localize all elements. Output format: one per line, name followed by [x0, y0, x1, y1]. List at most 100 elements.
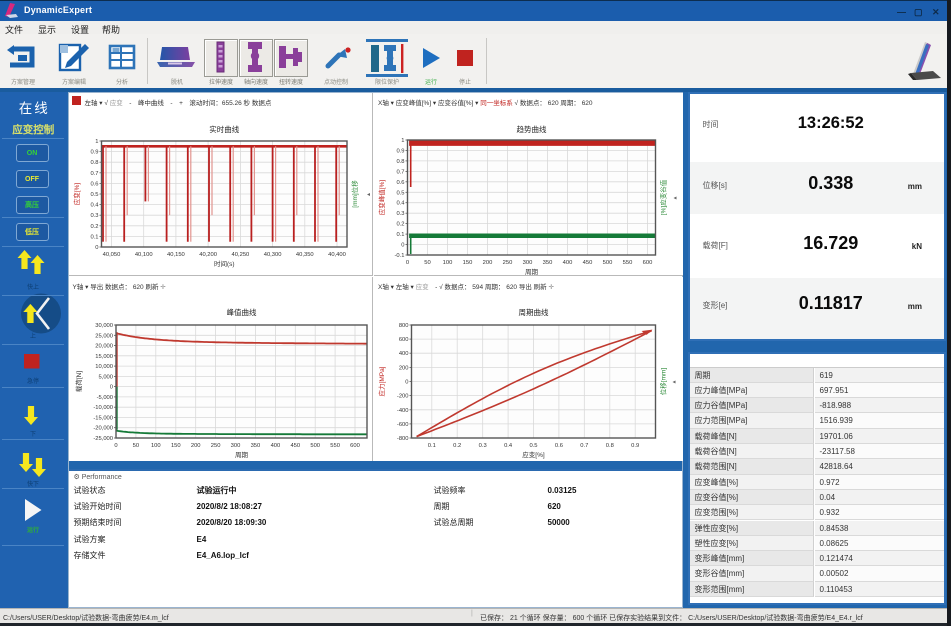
svg-text:250: 250: [503, 260, 513, 266]
svg-text:0.1: 0.1: [428, 443, 436, 449]
svg-text:400: 400: [563, 260, 573, 266]
svg-text:40,250: 40,250: [231, 252, 249, 258]
svg-text:450: 450: [583, 260, 593, 266]
svg-text:0.4: 0.4: [504, 443, 513, 449]
svg-text:0.6: 0.6: [555, 443, 563, 449]
svg-text:150: 150: [170, 443, 180, 449]
svg-text:0.3: 0.3: [479, 443, 487, 449]
svg-text:0: 0: [405, 379, 408, 385]
svg-text:20,000: 20,000: [95, 343, 113, 349]
svg-text:周期曲线: 周期曲线: [519, 307, 549, 317]
svg-text:800: 800: [399, 323, 409, 329]
svg-text:350: 350: [543, 260, 553, 266]
svg-text:-0.1: -0.1: [395, 253, 405, 259]
svg-text:实时曲线: 实时曲线: [209, 124, 239, 134]
svg-text:0: 0: [114, 443, 117, 449]
svg-text:-400: -400: [397, 407, 409, 413]
svg-text:应变峰值[%]: 应变峰值[%]: [377, 179, 386, 215]
svg-text:0.9: 0.9: [631, 443, 639, 449]
svg-text:200: 200: [483, 260, 493, 266]
svg-text:应力[MPa]: 应力[MPa]: [377, 366, 386, 396]
svg-text:1: 1: [401, 138, 404, 144]
svg-text:0.2: 0.2: [396, 221, 404, 227]
svg-text:30,000: 30,000: [95, 323, 113, 329]
svg-text:40,300: 40,300: [263, 252, 281, 258]
svg-text:10,000: 10,000: [95, 364, 113, 370]
svg-text:40,050: 40,050: [102, 252, 120, 258]
svg-text:-5,000: -5,000: [96, 394, 112, 400]
svg-text:600: 600: [350, 443, 360, 449]
svg-text:-15,000: -15,000: [93, 415, 113, 421]
svg-text:[mm]位移: [mm]位移: [350, 179, 359, 207]
svg-text:400: 400: [270, 443, 280, 449]
svg-text:0.3: 0.3: [90, 213, 98, 219]
svg-text:◂: ◂: [673, 379, 676, 385]
svg-text:550: 550: [623, 260, 633, 266]
svg-text:15,000: 15,000: [95, 353, 113, 359]
svg-text:0: 0: [109, 384, 112, 390]
svg-text:0.5: 0.5: [90, 192, 98, 198]
svg-text:200: 200: [399, 365, 409, 371]
svg-text:0.9: 0.9: [396, 148, 404, 154]
svg-text:100: 100: [150, 443, 160, 449]
svg-text:时间(s): 时间(s): [213, 259, 234, 268]
svg-text:周期: 周期: [235, 451, 249, 459]
svg-text:0: 0: [401, 242, 404, 248]
svg-text:1: 1: [95, 139, 98, 145]
svg-text:5,000: 5,000: [98, 374, 113, 380]
svg-text:40,350: 40,350: [295, 252, 313, 258]
svg-text:150: 150: [463, 260, 473, 266]
svg-text:0.3: 0.3: [396, 211, 404, 217]
svg-text:载荷[N]: 载荷[N]: [74, 370, 83, 392]
svg-text:-600: -600: [397, 421, 409, 427]
svg-text:0.7: 0.7: [396, 169, 404, 175]
svg-text:600: 600: [399, 337, 409, 343]
svg-text:0.7: 0.7: [580, 443, 588, 449]
svg-text:-25,000: -25,000: [93, 436, 113, 442]
svg-text:位移[mm]: 位移[mm]: [659, 367, 668, 395]
svg-text:100: 100: [443, 260, 453, 266]
svg-text:◂: ◂: [367, 192, 370, 198]
svg-text:0.6: 0.6: [396, 179, 404, 185]
svg-text:周期: 周期: [525, 268, 539, 275]
svg-text:0.4: 0.4: [90, 202, 99, 208]
svg-text:[%]应变谷值: [%]应变谷值: [659, 179, 668, 215]
svg-text:40,200: 40,200: [199, 252, 217, 258]
svg-text:0: 0: [406, 260, 409, 266]
svg-text:0.8: 0.8: [90, 160, 98, 166]
svg-text:应变[%]: 应变[%]: [522, 450, 545, 459]
svg-text:200: 200: [190, 443, 200, 449]
svg-text:峰值曲线: 峰值曲线: [226, 307, 256, 317]
svg-text:0.8: 0.8: [396, 158, 404, 164]
svg-text:0.2: 0.2: [90, 223, 98, 229]
svg-text:500: 500: [603, 260, 613, 266]
svg-text:应变[%]: 应变[%]: [72, 182, 81, 205]
svg-text:趋势曲线: 趋势曲线: [517, 124, 547, 134]
svg-text:0.6: 0.6: [90, 181, 98, 187]
svg-text:0: 0: [95, 245, 98, 251]
svg-text:-200: -200: [397, 393, 409, 399]
svg-text:600: 600: [643, 260, 653, 266]
svg-text:350: 350: [250, 443, 260, 449]
svg-text:500: 500: [310, 443, 320, 449]
svg-text:-20,000: -20,000: [93, 425, 113, 431]
svg-text:300: 300: [523, 260, 533, 266]
svg-text:450: 450: [290, 443, 300, 449]
svg-text:0.4: 0.4: [396, 200, 405, 206]
svg-text:0.8: 0.8: [606, 443, 614, 449]
svg-text:0.2: 0.2: [453, 443, 461, 449]
svg-text:0.5: 0.5: [396, 190, 404, 196]
svg-text:0.7: 0.7: [90, 170, 98, 176]
svg-text:50: 50: [424, 260, 430, 266]
svg-text:-800: -800: [397, 436, 409, 442]
svg-text:250: 250: [210, 443, 220, 449]
svg-text:300: 300: [230, 443, 240, 449]
svg-text:25,000: 25,000: [95, 333, 113, 339]
svg-text:◂: ◂: [674, 195, 677, 201]
svg-text:0.1: 0.1: [90, 234, 98, 240]
svg-text:0.5: 0.5: [529, 443, 537, 449]
svg-text:40,100: 40,100: [134, 252, 152, 258]
svg-text:0.9: 0.9: [90, 149, 98, 155]
svg-text:0.1: 0.1: [396, 232, 404, 238]
svg-text:-10,000: -10,000: [93, 405, 113, 411]
